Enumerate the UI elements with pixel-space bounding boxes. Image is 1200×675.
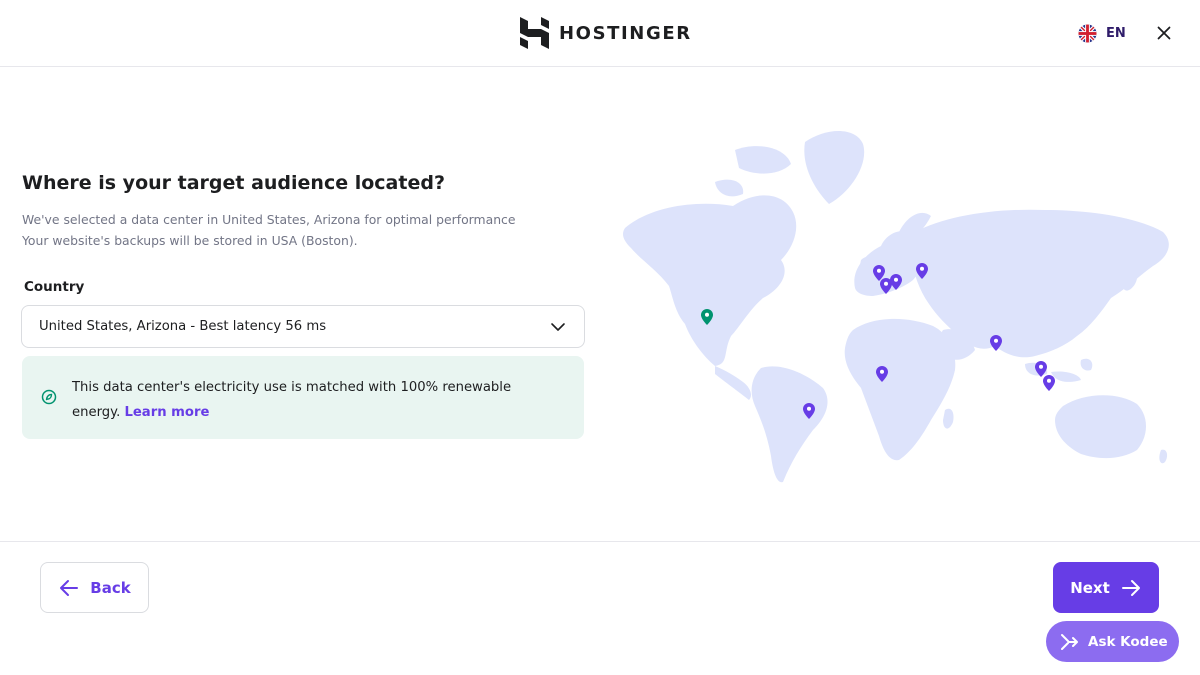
back-button-label: Back [90,578,131,597]
bottom-bar [0,541,1200,675]
next-button[interactable]: Next [1053,562,1159,613]
country-label: Country [24,279,85,295]
country-select-value: United States, Arizona - Best latency 56… [39,319,327,334]
next-button-label: Next [1070,578,1110,597]
top-bar: HOSTINGER EN [0,0,1200,67]
subtitle-backups: Your website's backups will be stored in… [22,233,358,248]
language-selector[interactable]: EN [1078,23,1126,43]
arrow-right-icon [1121,579,1140,596]
map-pin[interactable] [1042,374,1056,392]
ask-kodee-button[interactable]: Ask Kodee [1046,621,1179,662]
arrow-left-icon [60,579,79,596]
map-pin[interactable] [915,262,929,280]
hostinger-logo-icon [520,17,549,49]
world-map [623,131,1169,483]
hostinger-logo: HOSTINGER [520,17,692,49]
map-pin-selected[interactable] [700,308,714,326]
map-landmass [623,131,1169,483]
map-pin[interactable] [989,334,1003,352]
page-title: Where is your target audience located? [22,172,445,194]
notice-text: This data center's electricity use is ma… [72,375,552,425]
back-button[interactable]: Back [40,562,149,613]
country-select[interactable]: United States, Arizona - Best latency 56… [21,305,585,348]
uk-flag-icon [1078,23,1097,43]
map-pin[interactable] [889,273,903,291]
map-pin[interactable] [875,365,889,383]
subtitle-datacenter: We've selected a data center in United S… [22,212,516,227]
language-code: EN [1106,25,1126,41]
map-pin[interactable] [802,402,816,420]
leaf-icon [41,389,57,405]
chevron-down-icon [551,323,565,331]
ask-kodee-label: Ask Kodee [1088,633,1168,650]
kodee-sparkle-icon [1061,633,1078,650]
brand-name: HOSTINGER [559,22,692,44]
renewable-energy-notice: This data center's electricity use is ma… [22,356,584,439]
close-icon[interactable] [1154,23,1174,43]
learn-more-link[interactable]: Learn more [124,405,209,420]
